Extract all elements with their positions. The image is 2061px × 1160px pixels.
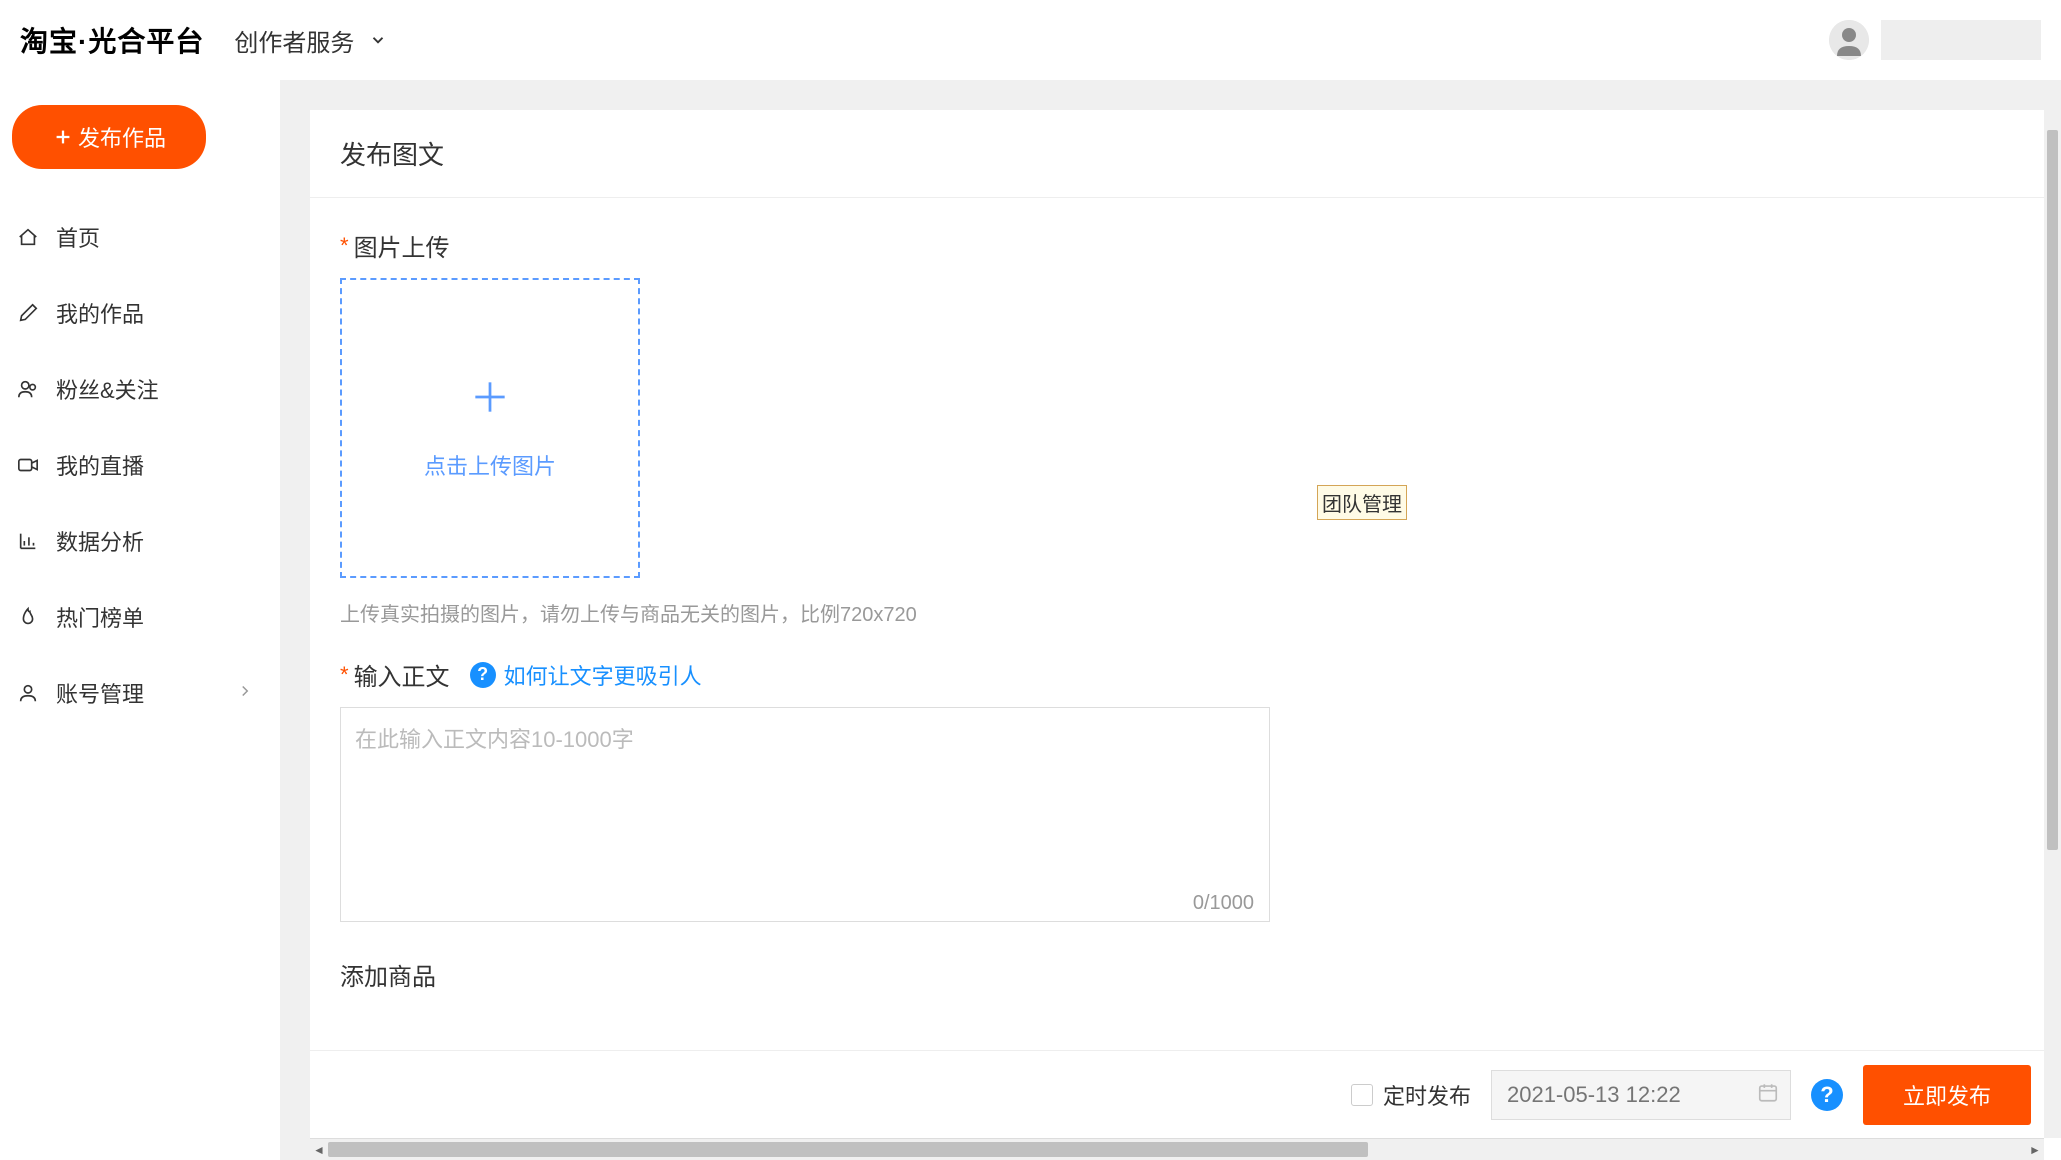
fans-icon <box>16 377 40 401</box>
sidebar-item-works[interactable]: 我的作品 <box>0 275 280 351</box>
upload-label-text: 图片上传 <box>354 228 450 263</box>
sidebar-item-label: 数据分析 <box>56 525 144 557</box>
calendar-icon <box>1757 1081 1779 1108</box>
add-product-group: 添加商品 <box>340 957 2031 992</box>
help-text: 如何让文字更吸引人 <box>504 659 702 691</box>
sidebar-item-live[interactable]: 我的直播 <box>0 427 280 503</box>
video-icon <box>16 453 40 477</box>
textarea-wrap: 0/1000 <box>340 707 1270 927</box>
form-section: * 图片上传 点击上传图片 上传真实拍摄的图片，请勿上传与商品无关的图片，比例7… <box>310 198 2061 1050</box>
date-input-wrap <box>1491 1070 1791 1120</box>
required-star: * <box>340 233 349 259</box>
upload-box-text: 点击上传图片 <box>424 449 556 481</box>
scrollbar-vertical[interactable] <box>2044 110 2061 1138</box>
main-scroll[interactable]: 发布图文 * 图片上传 点击上传图片 上传真实拍摄的图片，请勿上传与商品无关的图… <box>310 110 2061 1050</box>
scrollbar-vthumb[interactable] <box>2047 130 2058 850</box>
header: 淘宝·光合平台 创作者服务 <box>0 0 2061 80</box>
char-count: 0/1000 <box>1193 892 1254 915</box>
schedule-checkbox[interactable] <box>1351 1084 1373 1106</box>
header-left: 淘宝·光合平台 创作者服务 <box>20 20 387 60</box>
scrollbar-thumb[interactable] <box>328 1142 1368 1157</box>
fire-icon <box>16 605 40 629</box>
scroll-right-arrow[interactable]: ► <box>2026 1139 2044 1160</box>
add-product-label: 添加商品 <box>340 957 2031 992</box>
publish-label: 发布作品 <box>78 121 166 153</box>
submit-button[interactable]: 立即发布 <box>1863 1065 2031 1125</box>
sidebar-item-account[interactable]: 账号管理 <box>0 655 280 731</box>
logo: 淘宝·光合平台 <box>20 20 204 60</box>
sidebar-item-label: 热门榜单 <box>56 601 144 633</box>
avatar[interactable] <box>1829 20 1869 60</box>
chevron-right-icon <box>236 680 254 706</box>
sidebar-item-label: 首页 <box>56 221 100 253</box>
home-icon <box>16 225 40 249</box>
date-input[interactable] <box>1491 1070 1791 1120</box>
content-textarea[interactable] <box>340 707 1270 922</box>
sidebar-item-label: 账号管理 <box>56 677 144 709</box>
plus-icon <box>52 126 74 148</box>
pen-icon <box>16 301 40 325</box>
user-icon <box>16 681 40 705</box>
service-label: 创作者服务 <box>234 23 354 58</box>
username-placeholder <box>1881 20 2041 60</box>
scrollbar-horizontal[interactable]: ◄ ► <box>310 1138 2044 1160</box>
footer-help-icon[interactable]: ? <box>1811 1079 1843 1111</box>
upload-hint: 上传真实拍摄的图片，请勿上传与商品无关的图片，比例720x720 <box>340 598 2031 627</box>
sidebar: 发布作品 首页 我的作品 粉丝&关注 我的直播 <box>0 80 280 1160</box>
chevron-down-icon <box>369 31 387 49</box>
sidebar-item-home[interactable]: 首页 <box>0 199 280 275</box>
upload-group: * 图片上传 点击上传图片 上传真实拍摄的图片，请勿上传与商品无关的图片，比例7… <box>340 228 2031 627</box>
upload-label: * 图片上传 <box>340 228 2031 263</box>
content-help-link[interactable]: ? 如何让文字更吸引人 <box>470 659 702 691</box>
sidebar-item-label: 我的作品 <box>56 297 144 329</box>
content-label-text: 输入正文 <box>354 657 450 692</box>
content-label: * 输入正文 ? 如何让文字更吸引人 <box>340 657 2031 692</box>
add-product-label-text: 添加商品 <box>340 957 436 992</box>
main-container: 发布图文 * 图片上传 点击上传图片 上传真实拍摄的图片，请勿上传与商品无关的图… <box>280 80 2061 1160</box>
footer-bar: 定时发布 ? 立即发布 <box>310 1050 2061 1138</box>
sidebar-item-label: 粉丝&关注 <box>56 373 159 405</box>
service-dropdown[interactable]: 创作者服务 <box>234 23 387 58</box>
sidebar-item-analytics[interactable]: 数据分析 <box>0 503 280 579</box>
page-title-section: 发布图文 <box>310 110 2061 198</box>
upload-box[interactable]: 点击上传图片 <box>340 278 640 578</box>
sidebar-item-ranking[interactable]: 热门榜单 <box>0 579 280 655</box>
sidebar-item-fans[interactable]: 粉丝&关注 <box>0 351 280 427</box>
sidebar-item-label: 我的直播 <box>56 449 144 481</box>
upload-plus-icon <box>468 375 512 419</box>
publish-button[interactable]: 发布作品 <box>12 105 206 169</box>
chart-icon <box>16 529 40 553</box>
content-group: * 输入正文 ? 如何让文字更吸引人 0/1000 <box>340 657 2031 927</box>
schedule-checkbox-wrap[interactable]: 定时发布 <box>1351 1079 1471 1111</box>
help-icon: ? <box>470 662 496 688</box>
required-star: * <box>340 662 349 688</box>
header-right <box>1829 20 2041 60</box>
page-title: 发布图文 <box>340 135 2031 172</box>
schedule-label: 定时发布 <box>1383 1079 1471 1111</box>
tooltip: 团队管理 <box>1317 485 1407 520</box>
body-container: 发布作品 首页 我的作品 粉丝&关注 我的直播 <box>0 80 2061 1160</box>
scroll-left-arrow[interactable]: ◄ <box>310 1139 328 1160</box>
main-panel: 发布图文 * 图片上传 点击上传图片 上传真实拍摄的图片，请勿上传与商品无关的图… <box>310 110 2061 1160</box>
